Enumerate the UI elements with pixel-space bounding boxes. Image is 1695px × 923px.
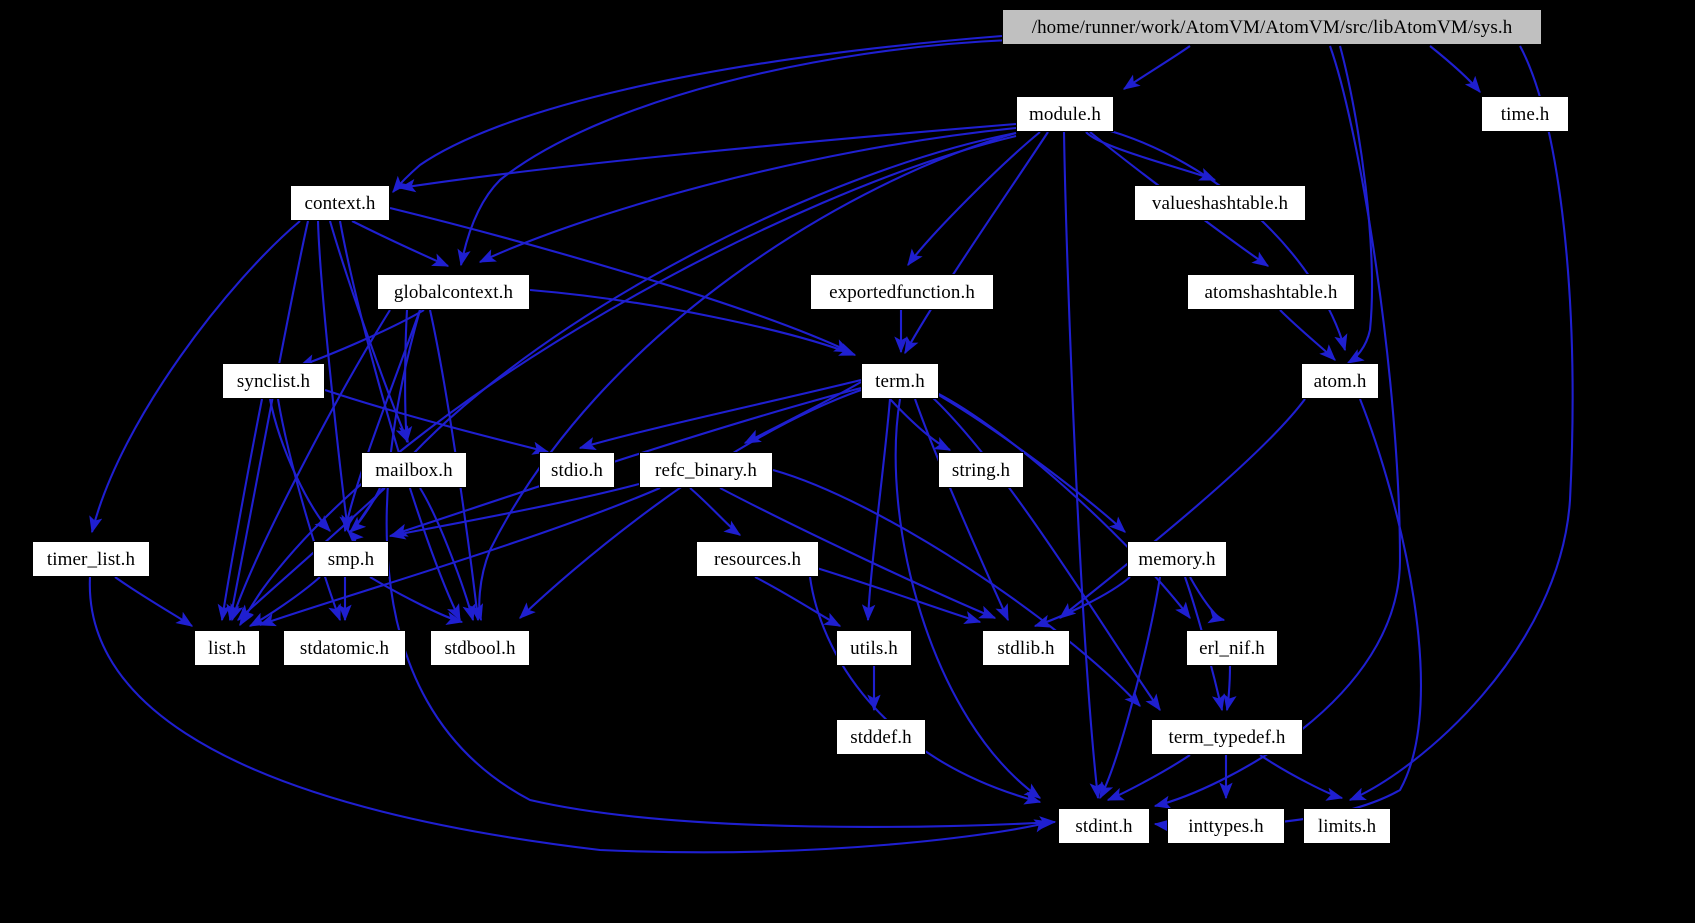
graph-node-label: timer_list.h [46,548,136,570]
graph-edge [754,576,842,627]
graph-node-label: erl_nif.h [1199,637,1265,659]
graph-edge [934,391,1191,619]
graph-node-stdatomic[interactable]: stdatomic.h [283,630,406,666]
graph-edge [1189,576,1226,624]
graph-node-stddef[interactable]: stddef.h [836,719,926,755]
graph-edge [324,389,550,455]
graph-node-label: term_typedef.h [1168,726,1286,748]
graph-node-atomshashtable[interactable]: atomshashtable.h [1187,274,1355,310]
graph-node-time[interactable]: time.h [1481,96,1569,132]
graph-edge [351,220,450,267]
graph-edge [1122,45,1191,90]
graph-edge [388,482,640,540]
graph-node-globalcontext[interactable]: globalcontext.h [377,274,530,310]
graph-node-stdint[interactable]: stdint.h [1058,808,1150,844]
graph-edge [248,576,321,627]
graph-edge [1279,309,1336,361]
graph-edge [419,487,476,622]
graph-node-term_typedef[interactable]: term_typedef.h [1151,719,1303,755]
graph-edge [519,389,862,619]
graph-node-label: module.h [1028,103,1102,125]
graph-node-label: utils.h [850,637,898,659]
graph-node-utils[interactable]: utils.h [836,630,912,666]
graph-node-smp[interactable]: smp.h [313,541,389,577]
include-dependency-graph: /home/runner/work/AtomVM/AtomVM/src/libA… [0,0,1695,923]
graph-edge [1259,754,1344,801]
graph-edge [1062,131,1103,800]
graph-node-valueshashtable[interactable]: valueshashtable.h [1134,185,1306,221]
graph-edge [114,576,194,627]
graph-edge [861,398,892,622]
graph-node-exportedfunction[interactable]: exportedfunction.h [810,274,994,310]
graph-node-sys[interactable]: /home/runner/work/AtomVM/AtomVM/src/libA… [1002,9,1542,45]
graph-node-erl_nif[interactable]: erl_nif.h [1186,630,1278,666]
graph-node-inttypes[interactable]: inttypes.h [1167,808,1285,844]
graph-node-label: stdio.h [551,459,603,481]
graph-edge [578,378,862,450]
graph-node-label: stddef.h [850,726,912,748]
graph-edge [457,38,1011,267]
graph-edge [1153,398,1422,833]
graph-edge [1348,45,1574,801]
graph-edge [1106,754,1191,801]
graph-node-stdio[interactable]: stdio.h [539,452,615,488]
graph-edge [907,131,1041,267]
graph-node-label: atom.h [1313,370,1367,392]
graph-edge [1099,576,1162,800]
graph-node-label: valueshashtable.h [1151,192,1289,214]
graph-node-label: time.h [1500,103,1550,125]
graph-node-label: string.h [951,459,1011,481]
graph-node-label: stdatomic.h [299,637,390,659]
graph-node-module[interactable]: module.h [1016,96,1114,132]
graph-node-stdbool[interactable]: stdbool.h [430,630,530,666]
graph-node-term[interactable]: term.h [861,363,939,399]
graph-node-label: atomshashtable.h [1204,281,1338,303]
graph-node-label: globalcontext.h [393,281,514,303]
graph-edge [226,220,310,622]
graph-node-label: /home/runner/work/AtomVM/AtomVM/src/libA… [1031,16,1513,38]
graph-node-string[interactable]: string.h [938,452,1024,488]
graph-node-stdlib[interactable]: stdlib.h [982,630,1070,666]
graph-node-atom[interactable]: atom.h [1301,363,1379,399]
graph-edge [217,398,264,622]
graph-node-label: synclist.h [236,370,311,392]
graph-node-label: term.h [875,370,925,392]
graph-node-label: resources.h [713,548,802,570]
graph-node-resources[interactable]: resources.h [696,541,819,577]
graph-edge [1429,45,1481,93]
graph-node-label: mailbox.h [375,459,453,481]
graph-node-label: context.h [304,192,376,214]
graph-node-context[interactable]: context.h [290,185,390,221]
graph-node-label: refc_binary.h [655,459,757,481]
graph-edge [1099,126,1348,352]
graph-node-memory[interactable]: memory.h [1127,541,1227,577]
graph-edges-layer [88,34,1574,854]
graph-node-label: stdlib.h [997,637,1055,659]
graph-node-limits[interactable]: limits.h [1303,808,1391,844]
graph-edge [398,309,413,444]
graph-node-label: limits.h [1317,815,1377,837]
graph-node-timer_list[interactable]: timer_list.h [32,541,150,577]
graph-edge [914,398,1009,622]
graph-node-synclist[interactable]: synclist.h [222,363,325,399]
graph-node-label: smp.h [327,548,375,570]
graph-node-mailbox[interactable]: mailbox.h [361,452,467,488]
graph-edge [1085,131,1217,181]
graph-node-label: stdbool.h [444,637,516,659]
graph-node-label: inttypes.h [1188,815,1264,837]
graph-edge [88,576,1052,854]
graph-node-label: exportedfunction.h [829,281,975,303]
graph-node-label: list.h [207,637,247,659]
graph-edge [1223,665,1237,712]
graph-node-label: stdint.h [1075,815,1133,837]
graph-edge [369,576,464,625]
graph-edge [743,381,862,444]
graph-node-list[interactable]: list.h [194,630,260,666]
graph-edge [529,288,857,356]
graph-node-label: memory.h [1138,548,1216,570]
graph-node-refc_binary[interactable]: refc_binary.h [639,452,773,488]
